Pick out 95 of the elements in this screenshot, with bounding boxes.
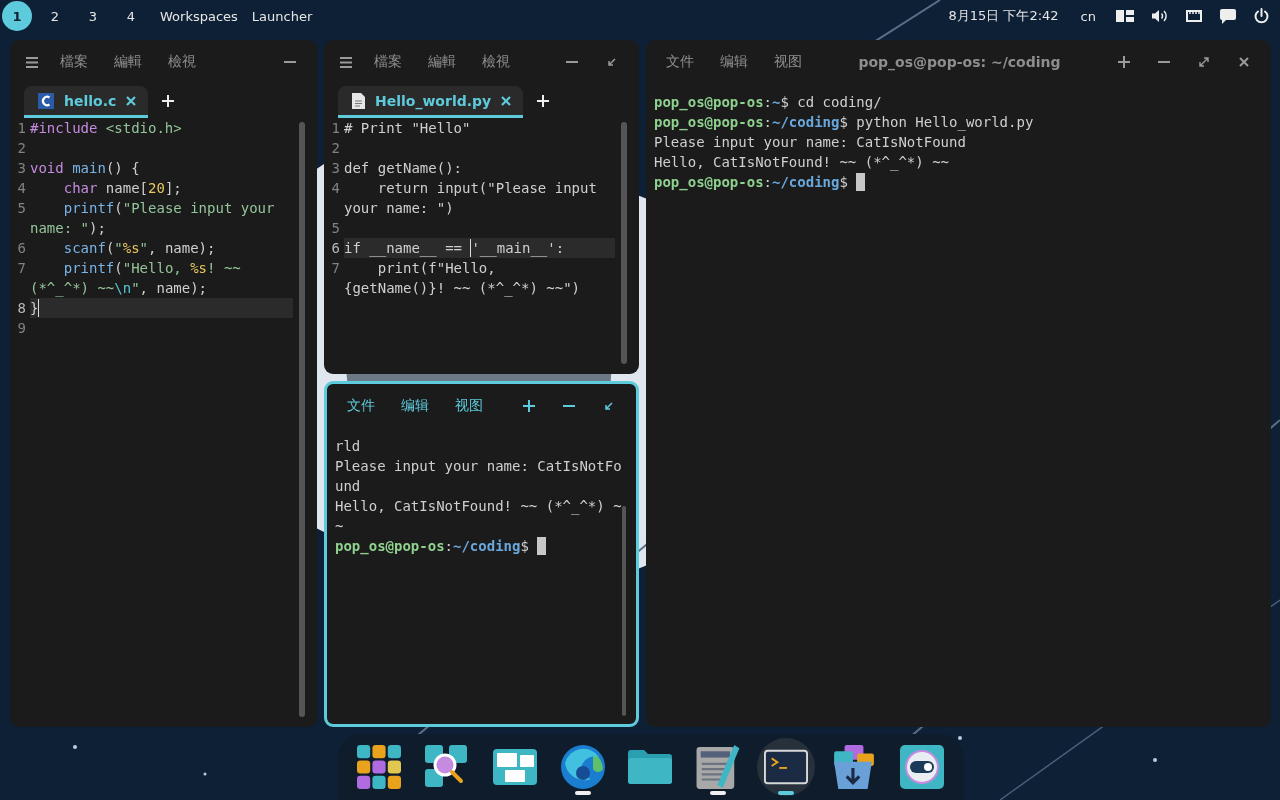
terminal-line: pop_os@pop-os:~/coding$ xyxy=(335,535,546,556)
windows-icon xyxy=(492,749,537,785)
plus-icon xyxy=(1118,56,1130,68)
line-number: 5 xyxy=(330,219,341,238)
code-line: #include <stdio.h> xyxy=(30,119,183,138)
menu-item[interactable]: 編輯 xyxy=(104,49,152,75)
line-number: 3 xyxy=(16,159,27,178)
line-number: 8 xyxy=(16,299,27,318)
folder-icon xyxy=(628,750,673,784)
terminal-line: Hello, CatIsNotFound! ~~ (*^_^*) ~~ xyxy=(654,153,949,172)
code-line: def getName(): xyxy=(344,159,463,178)
plus-icon xyxy=(523,399,535,412)
terminal-line: pop_os@pop-os:~/coding$ python Hello_world.py xyxy=(654,113,1034,132)
terminal-line: Please input your name: CatIsNotFound xyxy=(654,133,966,152)
code-line: void main() { xyxy=(30,159,141,178)
notepad-icon xyxy=(696,745,741,789)
menu-icon xyxy=(340,56,352,68)
line-number: 6 xyxy=(16,239,27,258)
line-number: 2 xyxy=(16,139,27,158)
code-line: scanf("%s", name); xyxy=(62,239,217,258)
line-number: 9 xyxy=(16,319,27,338)
restore-icon xyxy=(608,58,616,66)
close-icon[interactable] xyxy=(126,95,137,106)
window-title: pop_os@pop-os: ~/coding xyxy=(857,54,1062,70)
terminal-line: Hello, CatIsNotFound! ~~ (*^_^*) ~~ xyxy=(335,496,622,536)
workspace-button[interactable]: 4 xyxy=(116,1,146,31)
terminal-line: rld xyxy=(335,436,361,456)
menu-item[interactable]: 文件 xyxy=(656,49,704,75)
line-number: 7 xyxy=(16,259,27,278)
keyboard-layout[interactable]: cn xyxy=(1070,8,1106,24)
running-indicator xyxy=(710,791,727,795)
plus-icon xyxy=(537,95,550,107)
clock[interactable]: 8月15日 下午2:42 xyxy=(938,7,1069,25)
line-number: 6 xyxy=(330,239,341,258)
document-icon xyxy=(352,92,365,109)
package-icon xyxy=(831,745,876,789)
minimize-icon xyxy=(563,404,575,407)
minimize-icon xyxy=(284,61,296,63)
power-icon xyxy=(1254,8,1269,24)
terminal-line: pop_os@pop-os:~$ cd coding/ xyxy=(654,93,882,112)
message-icon xyxy=(1220,8,1236,24)
magnifier-icon xyxy=(425,745,470,789)
menu-item[interactable]: 檔案 xyxy=(50,49,98,75)
menu-item[interactable]: 视图 xyxy=(445,392,493,419)
line-number: 3 xyxy=(330,159,341,178)
code-line: char name[20]; xyxy=(62,179,183,198)
terminal-line: Please input your name: CatIsNotFound xyxy=(335,456,622,496)
menu-item[interactable]: 编辑 xyxy=(710,49,758,75)
code-line: printf("Hello, %s! ~~ (*^_^*) ~~\n", name); xyxy=(30,259,242,298)
toggle-icon xyxy=(899,745,944,789)
line-number: 4 xyxy=(16,179,27,198)
file-tab[interactable]: Hello_world.py xyxy=(338,86,524,118)
browser-icon xyxy=(560,745,605,789)
code-line: print(f"Hello, {getName()}! ~~ (*^_^*) ~~") xyxy=(344,259,581,298)
menu-item[interactable]: 视图 xyxy=(764,49,812,75)
restore-icon xyxy=(605,401,613,410)
maximize-icon xyxy=(1199,57,1209,67)
line-number: 1 xyxy=(330,119,341,138)
scrollbar[interactable] xyxy=(299,122,305,717)
minimize-icon xyxy=(566,61,578,63)
menu-icon xyxy=(26,56,38,68)
code-line: # Print "Hello" xyxy=(344,119,472,138)
volume-icon xyxy=(1152,9,1168,23)
close-icon[interactable] xyxy=(501,95,512,106)
line-number: 4 xyxy=(330,179,341,198)
line-number: 5 xyxy=(16,199,27,218)
code-line: return input("Please input your name: ") xyxy=(344,179,598,218)
code-line: printf("Please input your name: "); xyxy=(30,199,276,238)
menu-item[interactable]: 編輯 xyxy=(418,49,466,75)
minimize-icon xyxy=(1158,61,1170,63)
menu-item[interactable]: 文件 xyxy=(337,392,385,419)
close-icon xyxy=(1239,57,1249,67)
workspace-button[interactable]: 3 xyxy=(78,1,108,31)
scrollbar[interactable] xyxy=(622,506,626,716)
menu-item[interactable]: 檢視 xyxy=(472,49,520,75)
ethernet-icon xyxy=(1186,10,1202,22)
workspace-button[interactable]: 2 xyxy=(40,1,70,31)
tiling-icon xyxy=(1116,10,1134,22)
terminal-line: pop_os@pop-os:~/coding$ xyxy=(654,172,865,192)
c-file-icon xyxy=(38,92,54,109)
app-grid-icon xyxy=(357,745,402,789)
top-bar-button[interactable]: Workspaces xyxy=(154,4,244,28)
running-indicator xyxy=(574,791,591,795)
menu-item[interactable]: 檔案 xyxy=(364,49,412,75)
line-number: 1 xyxy=(16,119,27,138)
plus-icon xyxy=(162,95,175,107)
scrollbar[interactable] xyxy=(621,122,627,364)
menu-item[interactable]: 编辑 xyxy=(391,392,439,419)
menu-item[interactable]: 檢視 xyxy=(158,49,206,75)
line-number: 7 xyxy=(330,259,341,278)
running-indicator xyxy=(777,791,794,795)
terminal-icon xyxy=(763,749,808,785)
line-number: 2 xyxy=(330,139,341,158)
top-bar-button[interactable]: Launcher xyxy=(245,4,319,28)
file-tab[interactable]: hello.c xyxy=(24,86,149,118)
